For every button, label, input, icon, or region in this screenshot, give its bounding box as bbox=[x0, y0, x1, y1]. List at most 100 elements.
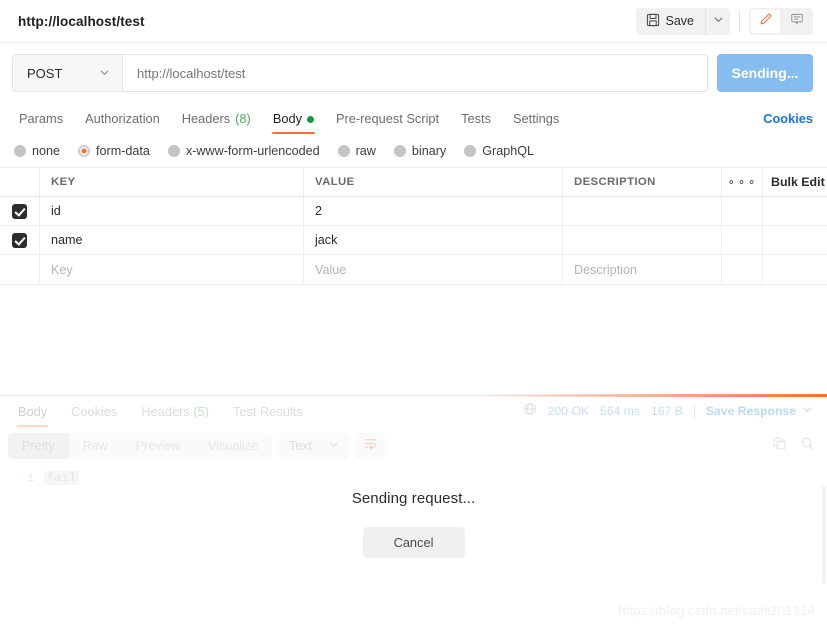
view-mode-pretty[interactable]: Pretty bbox=[8, 433, 69, 459]
response-format-select[interactable]: Text bbox=[278, 433, 349, 459]
column-header-description: DESCRIPTION bbox=[574, 176, 656, 188]
save-response-label: Save Response bbox=[705, 403, 796, 418]
row-end-spacer bbox=[763, 226, 827, 254]
row-value[interactable]: jack bbox=[304, 226, 563, 254]
word-wrap-button[interactable] bbox=[355, 433, 385, 459]
row-spacer bbox=[722, 226, 763, 254]
column-header-value: VALUE bbox=[315, 176, 355, 188]
chevron-down-icon bbox=[713, 12, 724, 30]
response-view-mode-group: Pretty Raw Preview Visualize bbox=[8, 433, 272, 459]
save-button[interactable]: Save bbox=[636, 8, 706, 35]
new-row-key-input[interactable]: Key bbox=[40, 255, 304, 284]
url-input[interactable] bbox=[123, 55, 707, 91]
request-title: http://localhost/test bbox=[18, 13, 145, 29]
response-tab-body-label: Body bbox=[18, 404, 48, 420]
save-options-button[interactable] bbox=[705, 7, 730, 35]
tab-tests[interactable]: Tests bbox=[450, 112, 502, 134]
word-wrap-icon bbox=[363, 436, 378, 456]
tab-pre-request-script-label: Pre-request Script bbox=[335, 111, 440, 127]
table-row: id 2 bbox=[0, 197, 827, 226]
toolbar-divider bbox=[739, 10, 740, 32]
header-checkbox-cell bbox=[0, 168, 40, 196]
http-method-label: POST bbox=[27, 65, 63, 81]
ellipsis-icon[interactable]: ⚬⚬⚬ bbox=[722, 168, 763, 196]
tab-settings-label: Settings bbox=[512, 111, 560, 127]
chevron-down-icon bbox=[99, 66, 110, 81]
row-description[interactable] bbox=[563, 197, 722, 225]
tab-body[interactable]: Body bbox=[262, 111, 325, 134]
response-tabs: Body Cookies Headers (5) Test Results 20… bbox=[0, 396, 827, 427]
body-type-graphql-label: GraphQL bbox=[482, 144, 535, 158]
body-type-raw[interactable]: raw bbox=[337, 144, 376, 158]
edit-mode-button[interactable] bbox=[751, 9, 780, 33]
body-has-content-dot bbox=[306, 116, 314, 124]
bulk-edit-button[interactable]: Bulk Edit bbox=[763, 168, 827, 196]
tab-settings[interactable]: Settings bbox=[502, 111, 570, 134]
tab-authorization[interactable]: Authorization bbox=[74, 111, 171, 134]
send-button[interactable]: Sending... bbox=[717, 54, 813, 92]
code-line: 1 fail bbox=[0, 471, 827, 485]
response-body-text: fail bbox=[44, 471, 79, 485]
row-key[interactable]: id bbox=[40, 197, 304, 225]
copy-icon[interactable] bbox=[772, 436, 787, 456]
row-checkbox[interactable] bbox=[12, 232, 27, 248]
column-header-key: KEY bbox=[51, 176, 76, 188]
tab-pre-request-script[interactable]: Pre-request Script bbox=[325, 111, 450, 134]
comment-button[interactable] bbox=[782, 10, 811, 33]
body-type-binary[interactable]: binary bbox=[393, 144, 446, 158]
response-scrollbar[interactable] bbox=[822, 486, 826, 584]
new-row-value-input[interactable]: Value bbox=[304, 255, 563, 284]
tab-headers[interactable]: Headers (8) bbox=[171, 111, 262, 134]
new-row-description-input[interactable]: Description bbox=[563, 255, 722, 284]
http-method-select[interactable]: POST bbox=[13, 55, 123, 91]
chevron-down-icon bbox=[328, 439, 339, 453]
view-mode-preview[interactable]: Preview bbox=[122, 433, 194, 459]
save-response-button[interactable]: Save Response bbox=[706, 404, 813, 418]
tab-authorization-label: Authorization bbox=[85, 111, 160, 127]
response-tab-body[interactable]: Body bbox=[6, 404, 59, 427]
line-number: 1 bbox=[26, 471, 34, 485]
row-checkbox[interactable] bbox=[12, 203, 27, 219]
radio-icon bbox=[393, 145, 406, 157]
save-button-group: Save bbox=[635, 7, 730, 35]
response-tab-headers-label: Headers bbox=[141, 404, 190, 420]
radio-icon bbox=[14, 145, 26, 157]
tab-headers-count: (8) bbox=[235, 111, 251, 127]
url-input-group: POST bbox=[12, 54, 708, 92]
row-spacer bbox=[722, 197, 763, 225]
postman-window: http://localhost/test Save POST http://l… bbox=[0, 0, 827, 624]
tab-params[interactable]: Params bbox=[8, 112, 74, 134]
search-icon[interactable] bbox=[800, 436, 815, 456]
response-tab-headers-count: (5) bbox=[193, 404, 209, 420]
request-area-filler bbox=[0, 285, 827, 395]
table-row: name jack bbox=[0, 226, 827, 255]
response-tab-headers[interactable]: Headers (5) bbox=[129, 404, 221, 427]
response-tab-test-results[interactable]: Test Results bbox=[221, 404, 315, 427]
radio-icon bbox=[167, 145, 180, 157]
top-bar: http://localhost/test Save bbox=[0, 0, 827, 43]
response-meta: 200 OK 564 ms 167 B Save Response bbox=[523, 402, 813, 427]
view-mode-raw[interactable]: Raw bbox=[69, 433, 122, 459]
top-bar-actions: Save bbox=[635, 7, 813, 35]
response-tools-right bbox=[772, 436, 815, 456]
row-key[interactable]: name bbox=[40, 226, 304, 254]
meta-divider bbox=[693, 403, 695, 418]
tab-body-label: Body bbox=[272, 111, 302, 127]
body-type-graphql[interactable]: GraphQL bbox=[464, 144, 534, 158]
body-type-form-data[interactable]: form-data bbox=[78, 144, 150, 158]
body-type-urlencoded[interactable]: x-www-form-urlencoded bbox=[167, 144, 320, 158]
response-tab-cookies[interactable]: Cookies bbox=[59, 405, 129, 427]
cancel-button[interactable]: Cancel bbox=[362, 527, 465, 558]
row-value[interactable]: 2 bbox=[304, 197, 563, 225]
response-status: 200 OK bbox=[547, 403, 590, 418]
view-mode-visualize[interactable]: Visualize bbox=[194, 433, 272, 459]
body-type-none[interactable]: none bbox=[14, 144, 60, 158]
body-type-form-data-label: form-data bbox=[96, 144, 150, 158]
row-description[interactable] bbox=[563, 226, 722, 254]
globe-icon bbox=[523, 402, 537, 419]
response-tab-test-results-label: Test Results bbox=[232, 404, 303, 420]
body-type-none-label: none bbox=[32, 144, 61, 158]
cookies-link[interactable]: Cookies bbox=[763, 111, 813, 134]
save-button-label: Save bbox=[665, 14, 695, 28]
response-body-viewer[interactable]: 1 fail bbox=[0, 465, 827, 575]
